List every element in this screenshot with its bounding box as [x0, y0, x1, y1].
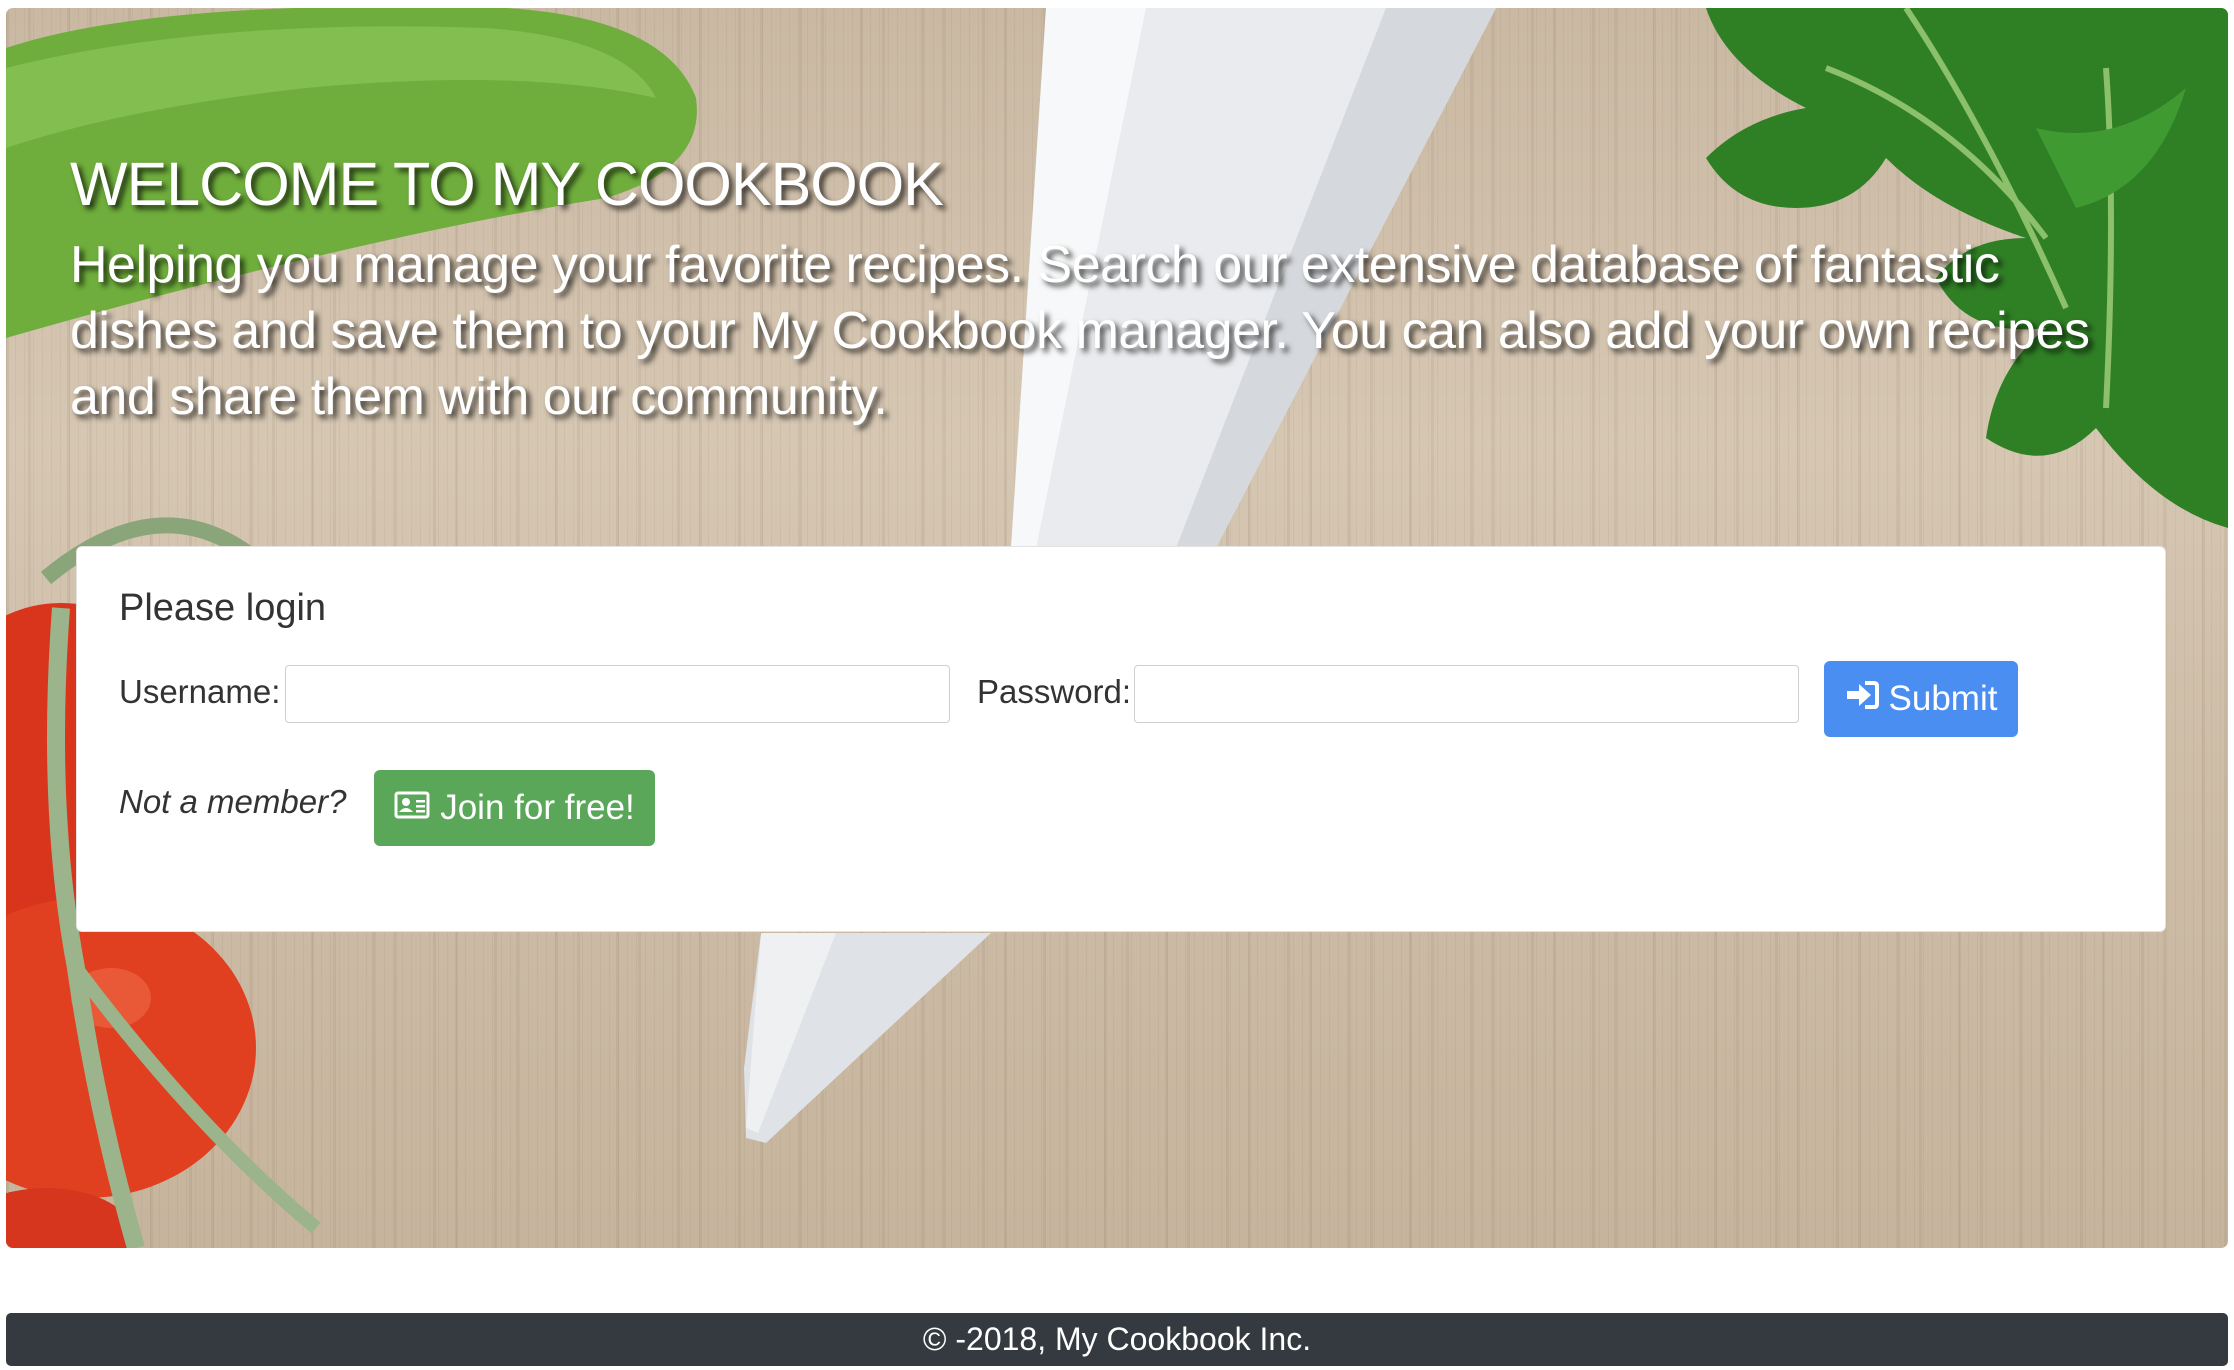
submit-label: Submit [1888, 679, 1998, 718]
hero-banner: WELCOME TO MY COOKBOOK Helping you manag… [6, 8, 2228, 1248]
submit-button[interactable]: Submit [1824, 661, 2018, 737]
join-for-free-button[interactable]: Join for free! [374, 770, 655, 846]
join-label: Join for free! [440, 788, 635, 827]
login-heading: Please login [119, 587, 327, 629]
password-input[interactable] [1134, 665, 1799, 723]
footer-copyright: © -2018, My Cookbook Inc. [922, 1321, 1312, 1357]
id-card-icon [394, 788, 430, 828]
footer: © -2018, My Cookbook Inc. [6, 1313, 2228, 1366]
hero-subtitle: Helping you manage your favorite recipes… [70, 236, 2090, 426]
not-member-text: Not a member? [119, 783, 347, 820]
hero-text-block: WELCOME TO MY COOKBOOK Helping you manag… [70, 144, 2130, 430]
sign-in-icon [1845, 679, 1879, 719]
username-label: Username: [119, 673, 281, 710]
username-input[interactable] [285, 665, 950, 723]
hero-title: WELCOME TO MY COOKBOOK [70, 150, 944, 218]
password-label: Password: [977, 673, 1132, 710]
login-card: Please login Username: Password: Submit … [76, 546, 2166, 932]
